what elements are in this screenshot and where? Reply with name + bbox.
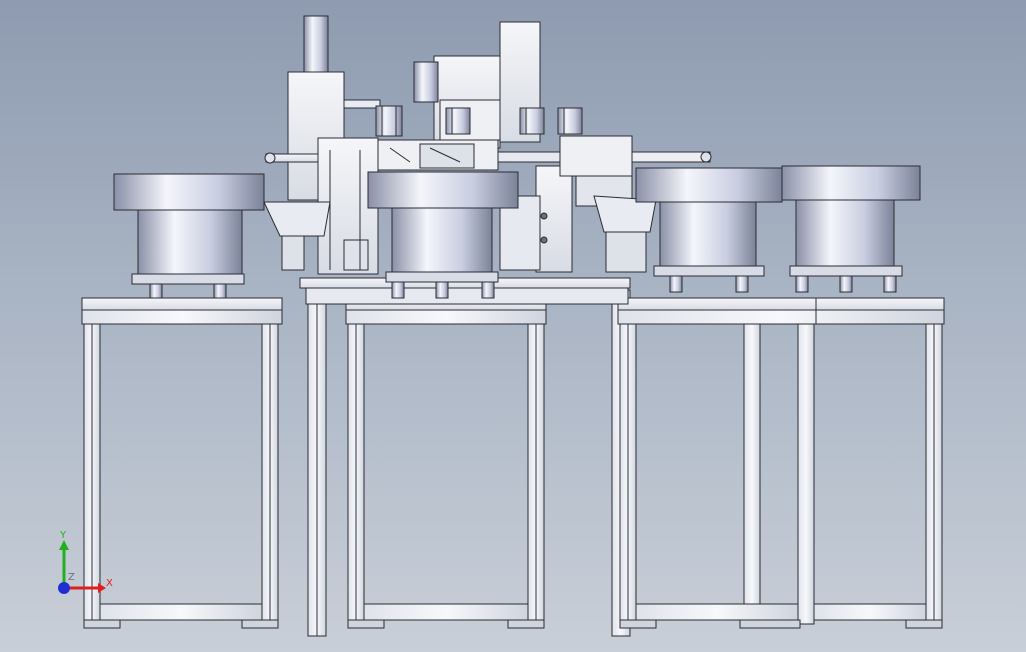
frame-right-pair: [611, 289, 945, 637]
machine-model: [81, 15, 945, 637]
bowl-feeder-4: [781, 165, 921, 293]
y-arrowhead-icon: [59, 540, 69, 550]
z-axis-label: Z: [68, 572, 75, 583]
cad-viewport[interactable]: X Y Z: [0, 0, 1026, 652]
bowl-feeder-3: [635, 167, 783, 293]
x-arrowhead-icon: [98, 583, 106, 593]
y-axis-label: Y: [59, 530, 67, 541]
frame-middle-left-post: [307, 289, 327, 637]
x-axis-label: X: [106, 578, 113, 589]
z-axis-dot: [58, 582, 70, 594]
bowl-feeder-1: [113, 173, 265, 299]
frame-center: [345, 297, 547, 629]
bowl-feeder-2: [367, 171, 519, 299]
axis-triad[interactable]: X Y Z: [48, 528, 128, 608]
